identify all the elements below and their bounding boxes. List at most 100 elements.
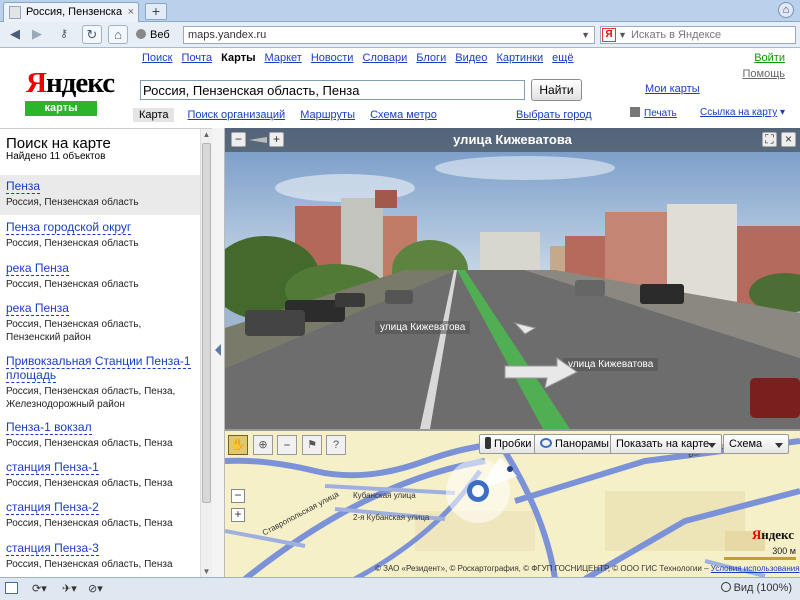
result-name[interactable]: станция Пенза-1 xyxy=(6,460,99,475)
globe-icon xyxy=(136,29,146,39)
login-link[interactable]: Войти xyxy=(754,52,785,64)
web-mode-indicator[interactable]: Веб xyxy=(136,26,181,44)
choose-city-link[interactable]: Выбрать город xyxy=(516,109,592,121)
help-link[interactable]: Помощь xyxy=(743,68,786,80)
service-link-news[interactable]: Новости xyxy=(311,52,354,64)
service-link-market[interactable]: Маркет xyxy=(265,52,302,64)
map-copyright: © ЗАО «Резидент», © Роскартография, © ФГ… xyxy=(375,564,800,573)
service-link-maps[interactable]: Карты xyxy=(221,52,255,64)
fullscreen-icon[interactable]: ⛶ xyxy=(762,132,777,147)
logo-rest: ндекс xyxy=(45,67,115,99)
results-count: Найдено 11 объектов xyxy=(6,151,106,162)
panorama-icon xyxy=(540,438,552,448)
list-item[interactable]: Пенза Россия, Пензенская область xyxy=(0,175,200,215)
result-name[interactable]: Привокзальная Станции Пенза-1 площадь xyxy=(6,354,191,383)
turbo-icon[interactable]: ✈▾ xyxy=(62,582,77,595)
map-link[interactable]: Ссылка на карту ▾ xyxy=(700,107,785,118)
reload-icon[interactable]: ↻ xyxy=(82,25,102,44)
service-link-mail[interactable]: Почта xyxy=(182,52,213,64)
terms-link[interactable]: Условия использования xyxy=(711,564,800,573)
result-address: Россия, Пензенская область xyxy=(6,279,139,290)
list-item[interactable]: Пенза-1 вокзал Россия, Пензенская област… xyxy=(0,416,200,454)
map-view[interactable]: Ставропольская улица Кубанская улица 2-я… xyxy=(225,429,800,577)
show-on-map-label: Показать на карте xyxy=(616,438,710,450)
my-maps-link[interactable]: Мои карты xyxy=(645,83,700,95)
tab-title: Россия, Пензенская о... xyxy=(26,6,122,18)
panorama-zoom-in-button[interactable]: + xyxy=(269,132,284,147)
street-panorama[interactable]: улица Кижеватова − + ⛶ × улица Кижеватов… xyxy=(225,128,800,429)
panorama-zoom-out-button[interactable]: − xyxy=(231,132,246,147)
mark-tool-icon[interactable]: ⚑ xyxy=(302,435,322,455)
map-zoom-in-button[interactable]: + xyxy=(231,508,245,522)
help-tool-icon[interactable]: ? xyxy=(326,435,346,455)
service-link-more[interactable]: ещё xyxy=(552,52,573,64)
list-item[interactable]: река Пенза Россия, Пензенская область xyxy=(0,257,200,295)
service-link-video[interactable]: Видео xyxy=(455,52,487,64)
street-label[interactable]: улица Кижеватова xyxy=(375,321,471,334)
close-icon[interactable]: × xyxy=(781,132,796,147)
block-content-icon[interactable]: ⊘▾ xyxy=(88,582,103,595)
service-link-search[interactable]: Поиск xyxy=(142,52,172,64)
result-name[interactable]: Пенза городской округ xyxy=(6,220,132,235)
tab-map[interactable]: Карта xyxy=(133,108,175,122)
service-link-images[interactable]: Картинки xyxy=(496,52,543,64)
service-link-blogs[interactable]: Блоги xyxy=(416,52,446,64)
print-link[interactable]: Печать xyxy=(630,107,677,119)
back-icon[interactable]: ◀ xyxy=(5,25,25,44)
list-item[interactable]: станция Пенза-1 Россия, Пензенская облас… xyxy=(0,456,200,494)
magnifier-tool-icon[interactable]: ⊕ xyxy=(253,435,273,455)
tab-routes[interactable]: Маршруты xyxy=(300,109,355,121)
scrollbar-thumb[interactable] xyxy=(202,143,211,503)
result-name[interactable]: Пенза xyxy=(6,179,41,194)
forward-icon[interactable]: ▶ xyxy=(27,25,47,44)
browser-menu-icon[interactable]: ⌂ xyxy=(778,2,794,18)
list-item[interactable]: станция Пенза-3 Россия, Пензенская облас… xyxy=(0,537,200,575)
result-name[interactable]: станция Пенза-2 xyxy=(6,500,99,515)
map-type-label: Схема xyxy=(729,438,763,450)
page-icon xyxy=(9,6,21,19)
yandex-engine-icon[interactable]: Я xyxy=(602,28,616,42)
chevron-down-icon[interactable]: ▼ xyxy=(618,27,627,43)
scroll-down-icon[interactable]: ▼ xyxy=(201,566,212,577)
list-item[interactable]: река Пенза Россия, Пензенская область, П… xyxy=(0,297,200,348)
service-link-dictionaries[interactable]: Словари xyxy=(363,52,408,64)
list-item[interactable]: Пенза городской округ Россия, Пензенская… xyxy=(0,216,200,254)
result-address: Россия, Пензенская область, Пенза xyxy=(6,518,173,529)
browser-search-bar[interactable]: Я ▼ Искать в Яндексе xyxy=(600,26,796,44)
ruler-tool-icon[interactable]: ⎯ xyxy=(277,435,297,455)
address-bar[interactable]: maps.yandex.ru ▼ xyxy=(183,26,595,44)
browser-tab[interactable]: Россия, Пензенская о... × xyxy=(3,2,139,22)
map-search-input[interactable] xyxy=(140,80,525,100)
tab-close-icon[interactable]: × xyxy=(128,6,134,18)
scroll-up-icon[interactable]: ▲ xyxy=(201,129,212,141)
zoom-level[interactable]: Вид (100%) xyxy=(720,582,792,594)
home-icon[interactable]: ⌂ xyxy=(108,25,128,44)
collapse-arrow-icon[interactable] xyxy=(215,344,221,356)
panel-collapse-handle[interactable] xyxy=(212,128,225,577)
sync-icon[interactable]: ⟳▾ xyxy=(32,582,47,595)
list-item[interactable]: станция Пенза-2 Россия, Пензенская облас… xyxy=(0,496,200,534)
result-name[interactable]: река Пенза xyxy=(6,261,69,276)
result-name[interactable]: Пенза-1 вокзал xyxy=(6,420,92,435)
chevron-down-icon[interactable]: ▼ xyxy=(581,27,590,43)
map-zoom-out-button[interactable]: − xyxy=(231,489,245,503)
chevron-down-icon: ▾ xyxy=(780,107,786,118)
panoramas-button[interactable]: Панорамы xyxy=(534,434,615,454)
yandex-logo[interactable]: Яндекс xyxy=(26,67,115,100)
find-button[interactable]: Найти xyxy=(531,79,582,101)
tab-org-search[interactable]: Поиск организаций xyxy=(188,109,286,121)
result-name[interactable]: станция Пенза-3 xyxy=(6,541,99,556)
direction-arrows-icon[interactable] xyxy=(495,318,585,388)
map-type-dropdown[interactable]: Схема xyxy=(723,434,789,454)
sidebar-panel-icon[interactable] xyxy=(5,582,18,594)
result-name[interactable]: река Пенза xyxy=(6,301,69,316)
map-logo-rest: ндекс xyxy=(761,527,794,542)
traffic-button[interactable]: Пробки xyxy=(479,434,538,454)
tab-metro[interactable]: Схема метро xyxy=(370,109,437,121)
hand-tool-icon[interactable]: ✋ xyxy=(228,435,248,455)
list-item[interactable]: Привокзальная Станции Пенза-1 площадь Ро… xyxy=(0,350,200,415)
show-on-map-dropdown[interactable]: Показать на карте xyxy=(610,434,722,454)
results-scrollbar[interactable]: ▲ ▼ xyxy=(200,129,212,577)
key-icon[interactable]: ⚷ xyxy=(54,25,74,44)
new-tab-button[interactable]: + xyxy=(145,3,167,20)
